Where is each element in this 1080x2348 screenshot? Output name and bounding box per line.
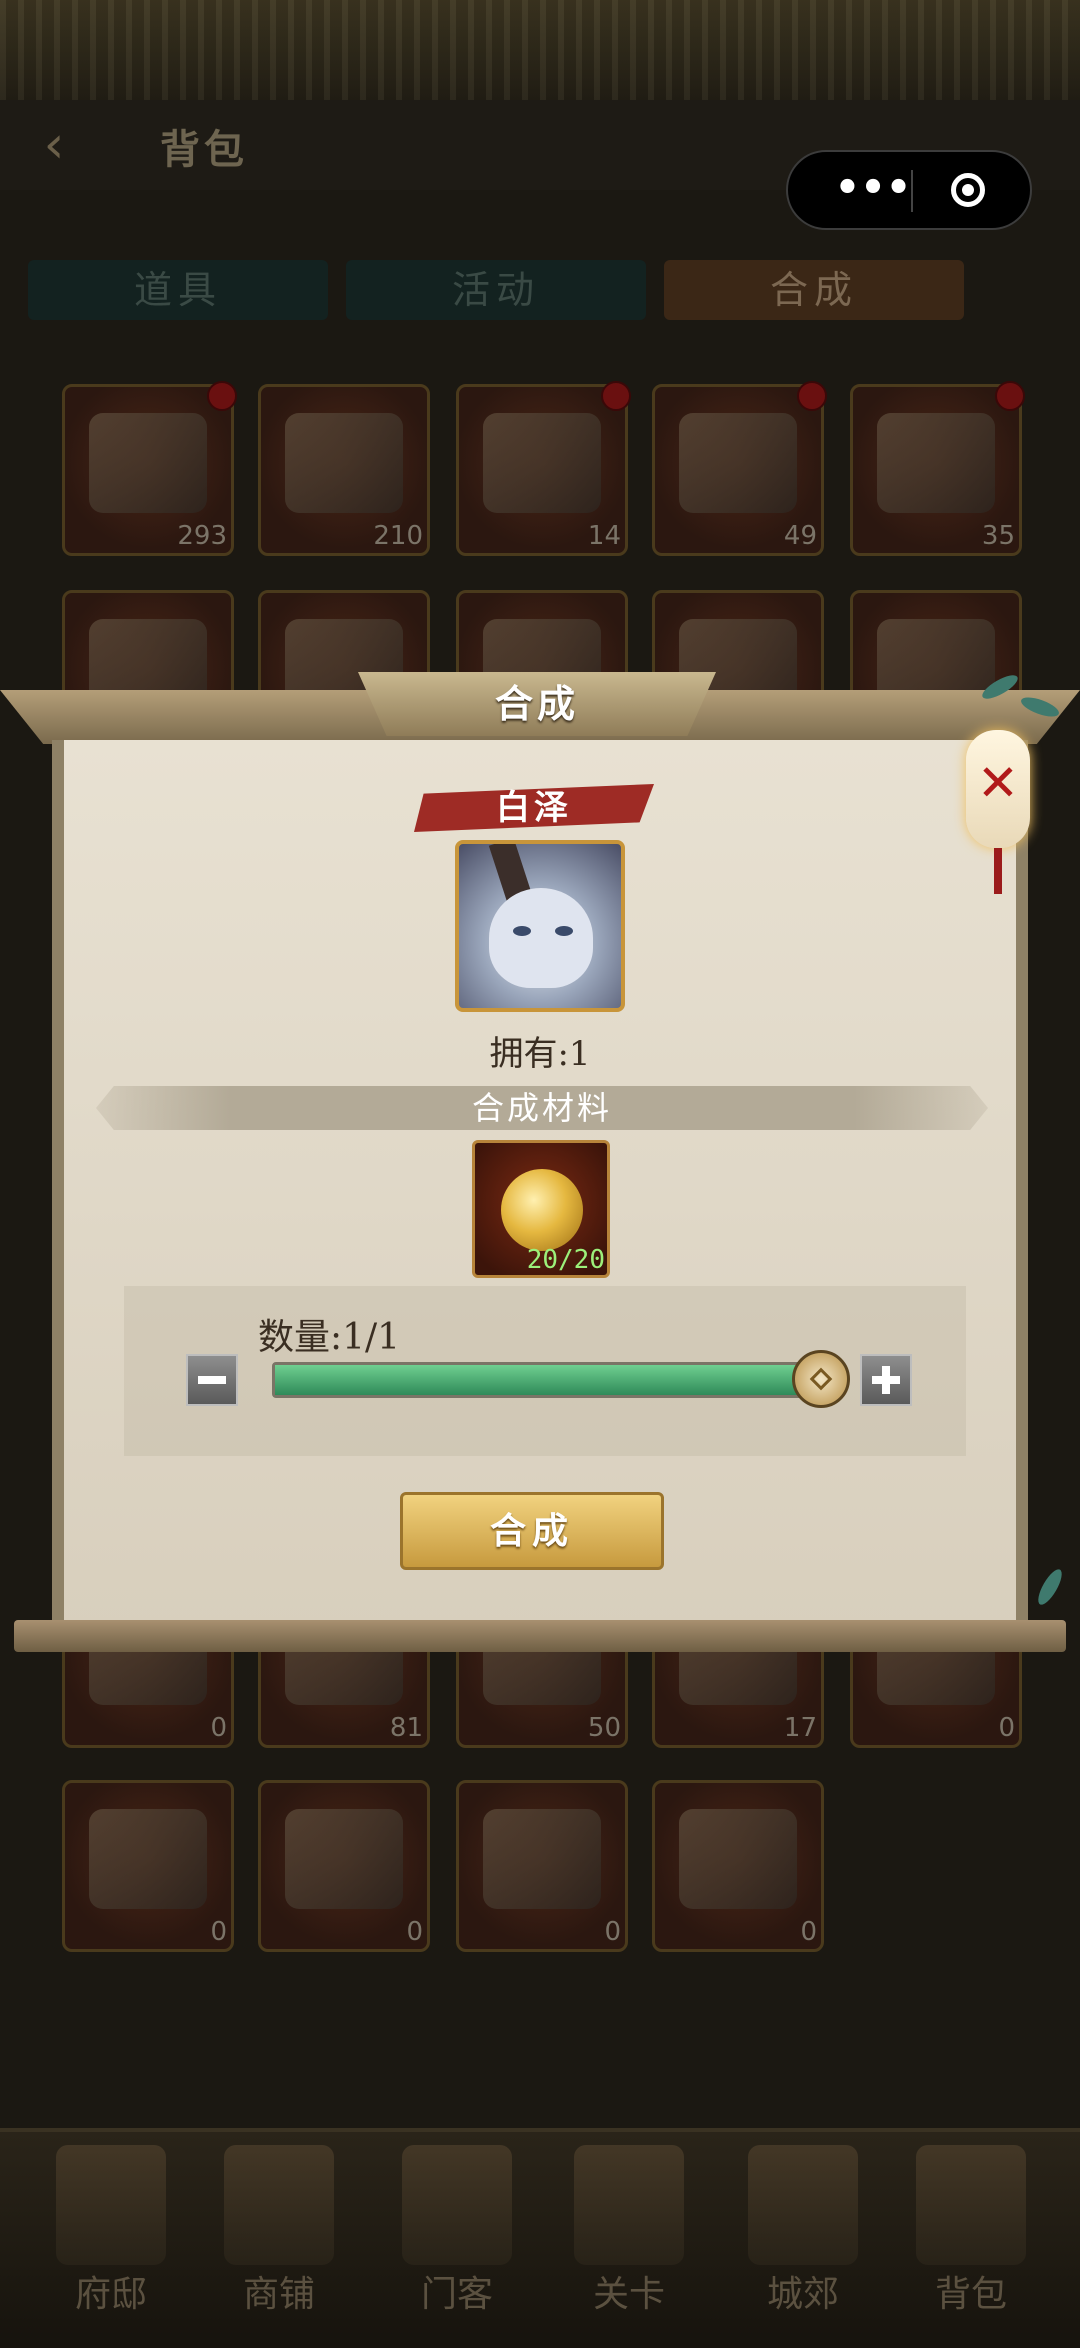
nav-label: 府邸 (74, 2274, 147, 2315)
item-count: 0 (998, 1713, 1015, 1743)
item-image (89, 1809, 207, 1909)
red-dot-badge (995, 381, 1025, 411)
mini-program-capsule: ••• (786, 150, 1032, 230)
owned-count: 拥有:1 (489, 1034, 591, 1074)
nav-label: 关卡 (592, 2274, 665, 2315)
item-image (679, 1809, 797, 1909)
inventory-slot[interactable]: 293 (62, 381, 237, 556)
capsule-divider (911, 170, 913, 212)
item-count: 0 (406, 1917, 423, 1947)
tab-activity[interactable]: 活动 (346, 260, 646, 320)
material-slot[interactable]: 20/20 (472, 1140, 610, 1278)
top-decor-band (0, 0, 1080, 100)
slider-fill (275, 1365, 821, 1395)
increase-button[interactable] (860, 1354, 912, 1406)
item-count: 0 (210, 1917, 227, 1947)
red-dot-badge (797, 381, 827, 411)
item-count: 210 (373, 521, 423, 551)
mansion-icon (56, 2145, 166, 2265)
item-count: 17 (783, 1713, 817, 1743)
hero-portrait (455, 840, 625, 1012)
nav-stages[interactable]: 关卡 (554, 2145, 704, 2315)
inventory-slot[interactable]: 49 (652, 381, 827, 556)
bag-icon (916, 2145, 1026, 2265)
leaf-decoration (1033, 1566, 1067, 1608)
inventory-slot[interactable]: 0 (456, 1780, 628, 1952)
nav-retainers[interactable]: 门客 (382, 2145, 532, 2315)
portrait-eye (513, 926, 531, 936)
swords-icon (574, 2145, 684, 2265)
item-image (877, 413, 995, 513)
item-image (483, 413, 601, 513)
item-count: 293 (177, 521, 227, 551)
nav-bag[interactable]: 背包 (896, 2145, 1046, 2315)
material-count: 20/20 (526, 1245, 605, 1275)
lantern-tassel (994, 848, 1002, 894)
inventory-slot[interactable]: 0 (258, 1780, 430, 1952)
item-image (483, 1809, 601, 1909)
inventory-slot[interactable]: 210 (258, 384, 430, 556)
quantity-slider[interactable] (272, 1362, 824, 1398)
item-image (285, 413, 403, 513)
tab-synthesis[interactable]: 合成 (664, 260, 964, 320)
slider-thumb[interactable] (792, 1350, 850, 1408)
item-count: 0 (210, 1713, 227, 1743)
retainer-icon (402, 2145, 512, 2265)
item-count: 35 (981, 521, 1015, 551)
item-count: 0 (604, 1917, 621, 1947)
close-lantern-button[interactable]: ✕ (966, 730, 1030, 894)
nav-label: 城郊 (766, 2274, 839, 2315)
inventory-slot[interactable]: 0 (652, 1780, 824, 1952)
portrait-eye (555, 926, 573, 936)
inventory-slot[interactable]: 35 (850, 381, 1025, 556)
modal-title: 合成 (494, 681, 579, 726)
nav-label: 门客 (420, 2274, 493, 2315)
tab-items[interactable]: 道具 (28, 260, 328, 320)
item-count: 0 (800, 1917, 817, 1947)
target-circle-icon[interactable] (951, 173, 985, 207)
coin-icon (501, 1169, 583, 1251)
craft-button[interactable]: 合成 (400, 1492, 664, 1570)
close-x-icon: ✕ (977, 754, 1019, 812)
inventory-slot[interactable]: 0 (62, 1780, 234, 1952)
nav-label: 背包 (934, 2274, 1007, 2315)
red-dot-badge (601, 381, 631, 411)
back-icon[interactable]: ‹ (24, 118, 84, 172)
item-count: 81 (389, 1713, 423, 1743)
materials-header: 合成材料 (471, 1089, 612, 1127)
item-count: 14 (587, 521, 621, 551)
quantity-label: 数量:1/1 (258, 1317, 401, 1358)
cart-icon (748, 2145, 858, 2265)
item-image (89, 413, 207, 513)
item-name: 白泽 (496, 788, 572, 828)
portrait-face (489, 888, 593, 988)
item-count: 49 (783, 521, 817, 551)
item-image (679, 413, 797, 513)
inventory-slot[interactable]: 14 (456, 381, 631, 556)
shop-icon (224, 2145, 334, 2265)
item-count: 50 (587, 1713, 621, 1743)
decrease-button[interactable] (186, 1354, 238, 1406)
item-image (285, 1809, 403, 1909)
nav-label: 商铺 (242, 2274, 315, 2315)
nav-shop[interactable]: 商铺 (204, 2145, 354, 2315)
page-title: 背包 (160, 126, 248, 173)
nav-mansion[interactable]: 府邸 (36, 2145, 186, 2315)
scroll-bottom-rod (14, 1620, 1066, 1652)
nav-suburbs[interactable]: 城郊 (728, 2145, 878, 2315)
red-dot-badge (207, 381, 237, 411)
